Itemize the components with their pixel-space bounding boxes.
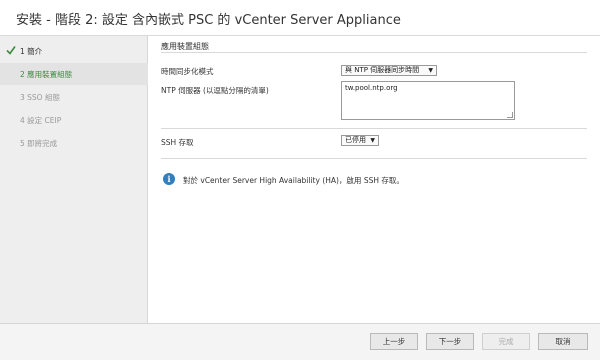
ntp-server-value: tw.pool.ntp.org: [345, 84, 398, 92]
time-sync-select[interactable]: 與 NTP 伺服器同步時間 ▼: [341, 65, 437, 76]
chevron-down-icon: ▼: [428, 67, 433, 74]
footer-bar: 上一步 下一步 完成 取消: [0, 323, 600, 360]
window-title: 安裝 - 階段 2: 設定 含內嵌式 PSC 的 vCenter Server …: [16, 13, 401, 28]
divider: [161, 158, 587, 159]
step-label: 5 即將完成: [20, 139, 58, 148]
time-sync-value: 與 NTP 伺服器同步時間: [345, 66, 420, 74]
step-sso-config[interactable]: 3 SSO 組態: [0, 86, 148, 108]
finish-button[interactable]: 完成: [482, 333, 530, 350]
chevron-down-icon: ▼: [370, 137, 375, 144]
step-label: 4 設定 CEIP: [20, 116, 62, 125]
title-bar: 安裝 - 階段 2: 設定 含內嵌式 PSC 的 vCenter Server …: [0, 0, 600, 36]
step-ceip[interactable]: 4 設定 CEIP: [0, 109, 148, 131]
main-panel: 應用裝置組態 時間同步化模式 與 NTP 伺服器同步時間 ▼ NTP 伺服器 (…: [149, 36, 600, 323]
step-label: 3 SSO 組態: [20, 93, 60, 102]
section-title: 應用裝置組態: [161, 42, 209, 51]
step-label: 2 應用裝置組態: [20, 70, 73, 79]
next-button[interactable]: 下一步: [426, 333, 474, 350]
divider: [161, 128, 587, 129]
info-message: 對於 vCenter Server High Availability (HA)…: [183, 176, 404, 185]
resize-handle-icon[interactable]: [507, 112, 513, 118]
ssh-access-select[interactable]: 已停用 ▼: [341, 135, 379, 146]
ntp-server-label: NTP 伺服器 (以逗點分隔的清單): [161, 86, 269, 95]
wizard-steps-sidebar: 1 簡介 2 應用裝置組態 3 SSO 組態 4 設定 CEIP 5 即將完成: [0, 36, 148, 323]
ssh-access-label: SSH 存取: [161, 138, 194, 147]
ntp-server-textarea[interactable]: tw.pool.ntp.org: [341, 81, 515, 120]
step-appliance-config[interactable]: 2 應用裝置組態: [0, 63, 148, 85]
check-icon: [6, 46, 16, 55]
back-button[interactable]: 上一步: [370, 333, 418, 350]
cancel-button[interactable]: 取消: [538, 333, 588, 350]
ssh-access-value: 已停用: [345, 136, 366, 144]
info-icon: i: [163, 173, 175, 185]
step-label: 1 簡介: [20, 47, 43, 56]
section-divider: [161, 52, 587, 53]
step-ready-to-complete[interactable]: 5 即將完成: [0, 132, 148, 154]
time-sync-label: 時間同步化模式: [161, 67, 214, 76]
step-introduction[interactable]: 1 簡介: [0, 40, 148, 62]
